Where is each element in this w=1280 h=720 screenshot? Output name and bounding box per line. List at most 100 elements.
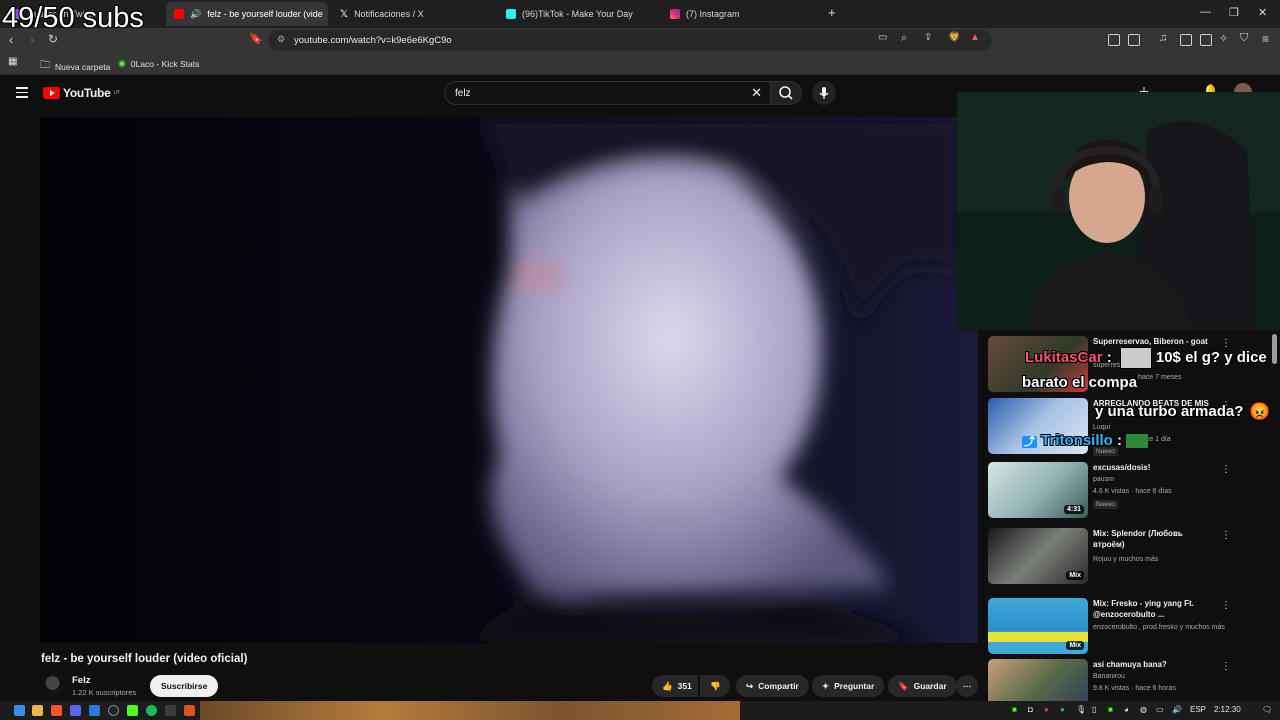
app-icon[interactable]: [89, 705, 100, 716]
chat-message-continued: barato el compa: [1022, 374, 1138, 391]
network-icon[interactable]: ▭: [1156, 705, 1164, 714]
tray-icon[interactable]: ■: [1108, 705, 1113, 714]
share-button[interactable]: ↪ Compartir: [736, 675, 809, 697]
menu-icon[interactable]: ≡: [1262, 32, 1269, 46]
rec-title[interactable]: Mix: Splendor (Любовь втроём): [1093, 528, 1213, 550]
bookmark-folder[interactable]: 🗀 Nueva carpeta: [40, 58, 110, 75]
rec-title[interactable]: excusas/dosis!: [1093, 462, 1213, 473]
clear-search-icon[interactable]: ✕: [751, 85, 762, 101]
dislike-button[interactable]: 👎: [700, 675, 730, 697]
tab-instagram[interactable]: (7) Instagram: [662, 2, 824, 26]
recommendation-item[interactable]: Mix Mix: Splendor (Любовь втроём) Rojuu …: [988, 528, 1278, 588]
tray-spotify-icon[interactable]: ●: [1060, 705, 1065, 714]
search-input[interactable]: felz ✕: [444, 81, 770, 105]
rec-channel[interactable]: enzocerobulto , prod.fresko y muchos más: [1093, 624, 1225, 631]
hamburger-menu-icon[interactable]: [16, 87, 28, 101]
clock[interactable]: 2:12:30: [1214, 705, 1241, 714]
volume-icon[interactable]: 🔊: [1172, 705, 1182, 714]
restore-icon[interactable]: ❐: [1229, 6, 1239, 19]
more-vertical-icon[interactable]: ⋮: [1221, 600, 1231, 611]
tab-tiktok[interactable]: (96)TikTok - Make Your Day: [498, 2, 660, 26]
like-button[interactable]: 👍 351: [652, 675, 698, 697]
recommendation-item[interactable]: 4:31 excusas/dosis! pausm 4.6 K vistas ·…: [988, 462, 1278, 522]
chat-emote-image: [1120, 347, 1152, 369]
audio-icon[interactable]: 🔊: [190, 9, 201, 20]
tab-x[interactable]: 𝕏 Notificaciones / X: [332, 2, 494, 26]
tray-icon[interactable]: ▯: [1092, 705, 1096, 714]
search-button[interactable]: [770, 81, 802, 105]
bookmark-kick-stats[interactable]: ◉ 0Laco - Kick Stats: [118, 58, 199, 69]
youtube-play-icon: [43, 87, 60, 99]
rec-title[interactable]: asi chamuya bana?: [1093, 659, 1213, 670]
site-info-icon[interactable]: ⚙: [277, 34, 285, 45]
chat-text: y una turbo armada?: [1095, 403, 1244, 420]
sidebar-scrollbar[interactable]: [1272, 334, 1277, 364]
wallet-icon[interactable]: [1200, 34, 1212, 46]
video-thumbnail[interactable]: Mix: [988, 598, 1088, 654]
obs-icon[interactable]: [108, 705, 119, 716]
app-icon[interactable]: [184, 705, 195, 716]
video-thumbnail[interactable]: 4:31: [988, 462, 1088, 518]
apps-grid-icon[interactable]: ▦: [8, 56, 17, 67]
vpn-icon[interactable]: ⛉: [1240, 32, 1248, 45]
minimize-icon[interactable]: —: [1200, 6, 1211, 18]
youtube-logo[interactable]: YouTube UY: [43, 86, 120, 100]
rec-channel[interactable]: Luqui: [1093, 424, 1110, 431]
subscribe-button[interactable]: Suscribirse: [150, 675, 219, 697]
tray-obs-icon[interactable]: ●: [1044, 705, 1049, 714]
channel-avatar[interactable]: [40, 673, 65, 698]
recommendation-item[interactable]: Mix Mix: Fresko - ying yang Ft. @enzocer…: [988, 598, 1278, 658]
brave-rewards-icon[interactable]: ▲: [970, 32, 980, 43]
app-icon[interactable]: [165, 705, 176, 716]
duration-badge: 4:31: [1063, 505, 1084, 514]
rec-title[interactable]: Superreservao, Biberon - goat: [1093, 336, 1213, 347]
video-thumbnail[interactable]: Mix: [988, 528, 1088, 584]
tray-kick-icon[interactable]: ■: [1012, 705, 1017, 714]
bookmark-label: Nueva carpeta: [55, 61, 111, 72]
webcam-overlay: [957, 92, 1280, 330]
spotify-icon[interactable]: [146, 705, 157, 716]
bookmark-icon[interactable]: 🔖: [249, 32, 263, 45]
cast-icon[interactable]: ▭: [878, 32, 887, 43]
rec-title[interactable]: Mix: Fresko - ying yang Ft. @enzocerobul…: [1093, 598, 1213, 620]
ask-button[interactable]: ✦ Preguntar: [812, 675, 885, 697]
tab-youtube[interactable]: 🔊 felz - be yourself louder (vide ✕: [166, 2, 328, 26]
file-explorer-icon[interactable]: [32, 705, 43, 716]
rec-channel[interactable]: Bananirou: [1093, 673, 1125, 680]
input-language[interactable]: ESP: [1190, 705, 1206, 714]
more-vertical-icon[interactable]: ⋮: [1221, 661, 1231, 672]
notifications-center-icon[interactable]: 🗨: [1262, 705, 1272, 714]
rec-channel[interactable]: Rojuu y muchos más: [1093, 556, 1158, 563]
save-button[interactable]: 🔖 Guardar: [888, 675, 957, 697]
channel-name[interactable]: Felz: [72, 675, 90, 686]
kick-icon[interactable]: [127, 705, 138, 716]
extensions-icon[interactable]: [1108, 34, 1120, 46]
new-tab-button[interactable]: +: [828, 5, 836, 20]
zoom-icon[interactable]: ⌕: [901, 32, 907, 45]
video-thumbnail[interactable]: [988, 659, 1088, 701]
rec-channel[interactable]: pausm: [1093, 476, 1114, 483]
tray-discord-icon[interactable]: ◕: [1124, 705, 1129, 714]
leo-ai-icon[interactable]: ✧: [1219, 32, 1228, 45]
brave-browser-icon[interactable]: [51, 705, 62, 716]
video-player[interactable]: ┼: [40, 117, 978, 643]
close-window-icon[interactable]: ✕: [1258, 6, 1267, 19]
more-vertical-icon[interactable]: ⋮: [1221, 530, 1231, 541]
share-icon[interactable]: ⇪: [924, 32, 932, 43]
sidebar-icon[interactable]: [1128, 34, 1140, 46]
media-icon[interactable]: ♫: [1159, 32, 1167, 44]
more-actions-button[interactable]: ⋯: [956, 675, 978, 697]
save-label: Guardar: [913, 681, 947, 691]
tray-icon[interactable]: ◘: [1028, 705, 1033, 714]
tray-microphone-icon[interactable]: 🎙: [1076, 705, 1086, 714]
recommendation-item[interactable]: asi chamuya bana? Bananirou 9.8 K vistas…: [988, 659, 1278, 701]
thumbs-down-icon: 👎: [710, 680, 721, 691]
tray-steam-icon[interactable]: ◍: [1140, 705, 1147, 714]
voice-search-button[interactable]: [812, 81, 836, 105]
more-vertical-icon[interactable]: ⋮: [1221, 464, 1231, 475]
discord-icon[interactable]: [70, 705, 81, 716]
brave-shield-icon[interactable]: 🦁: [948, 32, 960, 43]
more-vertical-icon[interactable]: ⋮: [1221, 338, 1231, 349]
start-icon[interactable]: [14, 705, 25, 716]
panel-icon[interactable]: [1180, 34, 1192, 46]
